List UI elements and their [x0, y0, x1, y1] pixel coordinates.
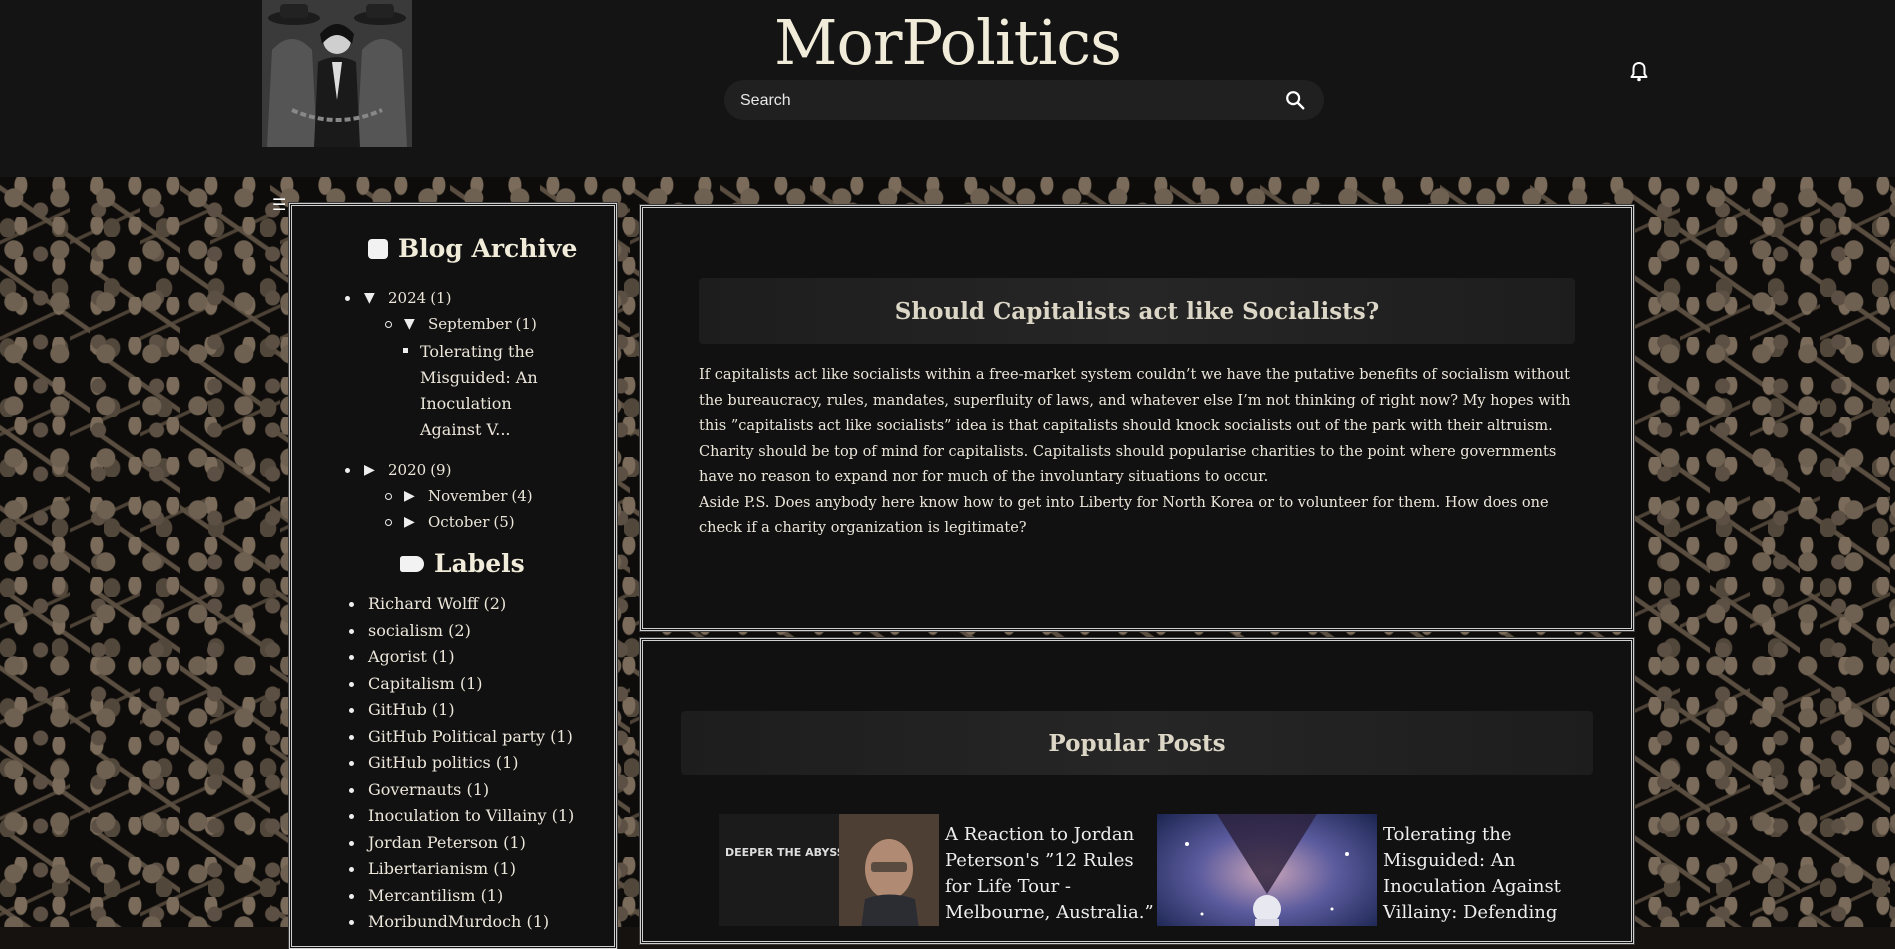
site-title[interactable]: MorPolitics: [0, 6, 1895, 79]
labels-heading: Labels: [400, 549, 525, 578]
blog-archive-heading: Blog Archive: [368, 234, 577, 263]
labels-list: Richard Wolff (2) socialism (2) Agorist …: [349, 591, 608, 936]
popular-posts-widget: Popular Posts DEEPER THE ABYSS, BRIGHTER…: [640, 638, 1634, 944]
label-item: Agorist (1): [349, 644, 608, 671]
notification-bell-icon[interactable]: [1627, 60, 1651, 84]
archive-box-icon: [368, 238, 388, 259]
label-count: (1): [431, 647, 455, 666]
archive-year-count: (1): [430, 289, 452, 307]
collapse-toggle-icon[interactable]: ▼: [404, 311, 428, 337]
label-count: (1): [493, 859, 516, 878]
archive-month-count: (1): [515, 315, 537, 333]
archive-month-count: (4): [511, 487, 533, 505]
archive-post-link[interactable]: Tolerating the Misguided: An Inoculation…: [420, 342, 538, 439]
blog-archive-title: Blog Archive: [398, 234, 578, 263]
label-link[interactable]: Jordan Peterson: [368, 833, 498, 852]
label-item: Jordan Peterson (1): [349, 830, 608, 857]
label-item: Capitalism (1): [349, 671, 608, 698]
label-link[interactable]: Libertarianism: [368, 859, 488, 878]
label-count: (1): [431, 700, 455, 719]
expand-toggle-icon[interactable]: ▶: [364, 457, 388, 483]
popular-post-thumbnail[interactable]: [1157, 814, 1377, 926]
blog-archive-tree: ▼ 2024 (1) ▼ September (1) Tolerating th…: [345, 285, 604, 535]
label-item: Governauts (1): [349, 777, 608, 804]
site-header: MorPolitics: [0, 0, 1895, 177]
popular-post-item: DEEPER THE ABYSS, BRIGHTER THE LIGHT A R…: [719, 814, 1157, 926]
label-count: (1): [495, 753, 519, 772]
label-item: socialism (2): [349, 618, 608, 645]
archive-post-item: Tolerating the Misguided: An Inoculation…: [403, 339, 540, 443]
label-count: (1): [503, 832, 526, 852]
popular-post-thumbnail[interactable]: DEEPER THE ABYSS, BRIGHTER THE LIGHT: [719, 814, 939, 926]
label-count: (1): [526, 912, 550, 931]
blog-post: Should Capitalists act like Socialists? …: [640, 205, 1634, 631]
label-item: GitHub (1): [349, 697, 608, 724]
tag-icon: [400, 555, 424, 572]
archive-year-link[interactable]: 2020: [388, 457, 426, 483]
archive-year-link[interactable]: 2024: [388, 285, 426, 311]
archive-year-count: (9): [430, 461, 452, 479]
label-link[interactable]: socialism: [368, 621, 443, 640]
label-link[interactable]: Inoculation to Villainy: [368, 806, 547, 825]
label-item: GitHub politics (1): [349, 750, 608, 777]
label-link[interactable]: GitHub politics: [368, 753, 491, 772]
sidebar: Blog Archive ▼ 2024 (1) ▼ September (1): [289, 203, 617, 949]
archive-month-item: ▶ November (4): [385, 483, 604, 509]
label-link[interactable]: Capitalism: [368, 674, 455, 693]
label-count: (1): [466, 779, 490, 799]
archive-month-item: ▶ October (5): [385, 509, 604, 535]
search-input[interactable]: [738, 80, 1262, 122]
post-title-banner: Should Capitalists act like Socialists?: [699, 278, 1575, 344]
popular-post-link[interactable]: Tolerating the Misguided: An Inoculation…: [1383, 822, 1597, 926]
archive-year-item: ▼ 2024 (1) ▼ September (1) Tolerating th…: [345, 285, 604, 443]
popular-post-link[interactable]: A Reaction to Jordan Peterson's ”12 Rule…: [945, 822, 1159, 926]
expand-toggle-icon[interactable]: ▶: [404, 483, 428, 509]
label-link[interactable]: Richard Wolff: [368, 594, 478, 613]
collapse-toggle-icon[interactable]: ▼: [364, 285, 388, 311]
archive-year-item: ▶ 2020 (9) ▶ November (4) ▶ October (5): [345, 457, 604, 535]
post-title[interactable]: Should Capitalists act like Socialists?: [895, 298, 1379, 325]
label-count: (2): [483, 594, 507, 613]
label-item: GitHub Political party (1): [349, 724, 608, 751]
archive-month-count: (5): [493, 513, 515, 531]
label-link[interactable]: GitHub: [368, 700, 427, 719]
archive-month-link[interactable]: November: [428, 483, 507, 509]
label-item: Richard Wolff (2): [349, 591, 608, 618]
popular-post-item: Tolerating the Misguided: An Inoculation…: [1157, 814, 1597, 926]
label-item: Inoculation to Villainy (1): [349, 803, 608, 830]
label-item: MoribundMurdoch (1): [349, 909, 608, 936]
label-link[interactable]: Mercantilism: [368, 886, 475, 905]
thumbnail-image: [1157, 814, 1377, 926]
post-paragraph: Aside P.S. Does anybody here know how to…: [699, 494, 1549, 537]
label-link[interactable]: Agorist: [368, 647, 427, 666]
labels-title: Labels: [434, 549, 525, 578]
label-count: (1): [550, 726, 573, 746]
archive-month-link[interactable]: October: [428, 509, 489, 535]
archive-month-item: ▼ September (1) Tolerating the Misguided…: [385, 311, 604, 443]
label-count: (1): [480, 885, 504, 905]
label-item: Libertarianism (1): [349, 856, 608, 883]
expand-toggle-icon[interactable]: ▶: [404, 509, 428, 535]
archive-month-link[interactable]: September: [428, 311, 512, 337]
thumbnail-image: DEEPER THE ABYSS, BRIGHTER THE LIGHT: [719, 814, 939, 926]
label-link[interactable]: Governauts: [368, 780, 461, 799]
label-count: (2): [448, 620, 471, 640]
label-item: Mercantilism (1): [349, 883, 608, 910]
label-link[interactable]: MoribundMurdoch: [368, 912, 521, 931]
hamburger-menu-icon[interactable]: ☰: [272, 197, 286, 213]
search-icon[interactable]: [1284, 89, 1306, 111]
search-bar: [724, 80, 1324, 122]
post-paragraph: If capitalists act like socialists withi…: [699, 367, 1571, 485]
label-count: (1): [459, 673, 483, 693]
post-body: If capitalists act like socialists withi…: [699, 363, 1575, 542]
label-link[interactable]: GitHub Political party: [368, 727, 545, 746]
label-count: (1): [551, 806, 575, 825]
